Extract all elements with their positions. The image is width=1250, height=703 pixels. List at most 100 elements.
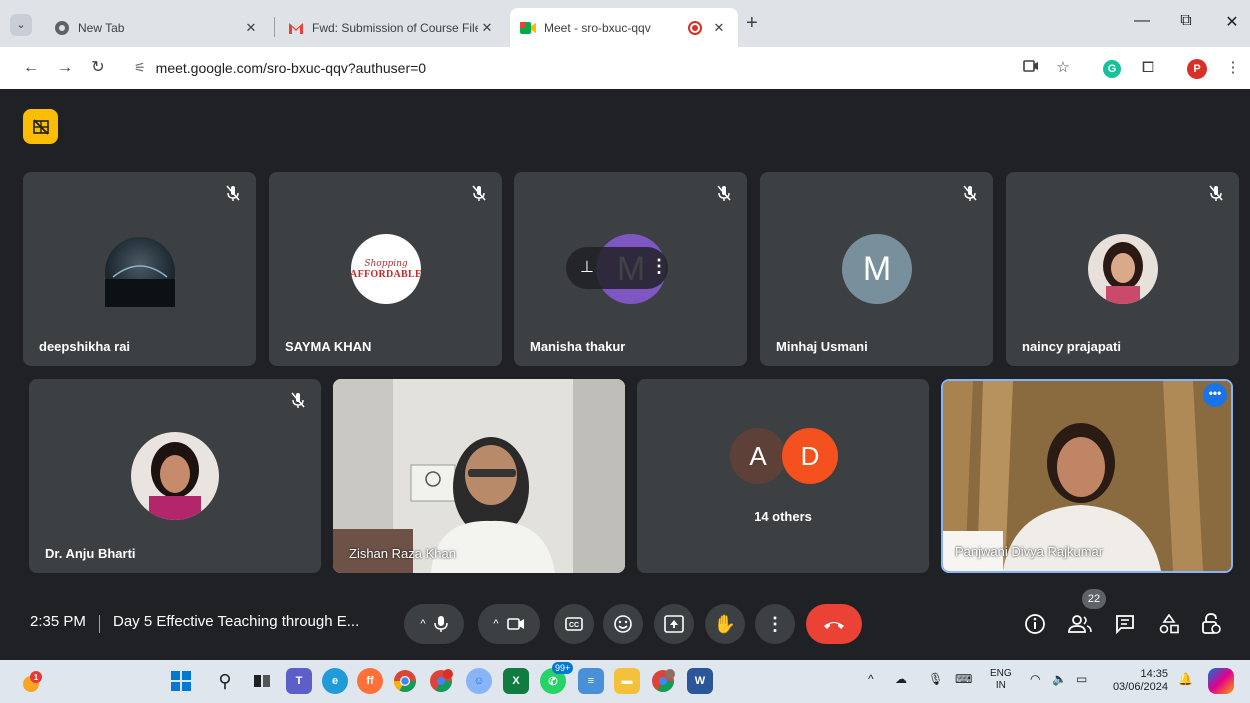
emoji-button[interactable] — [603, 604, 643, 644]
others-count: 14 others — [754, 509, 812, 524]
avatar: A — [730, 428, 786, 484]
present-button[interactable] — [654, 604, 694, 644]
mic-off-icon — [717, 185, 731, 201]
no-layout-icon — [32, 118, 49, 135]
leave-call-button[interactable] — [806, 604, 862, 644]
battery-icon[interactable]: ▭ — [1076, 672, 1087, 686]
participant-tile[interactable]: M Minhaj Usmani — [760, 172, 993, 366]
new-tab-button[interactable]: + — [746, 13, 758, 33]
layout-button[interactable] — [23, 109, 58, 144]
chrome-icon[interactable] — [392, 668, 418, 694]
tile-hover-controls: ⊥ ⋮ — [566, 247, 668, 289]
participant-tile[interactable]: naincy prajapati — [1006, 172, 1239, 366]
host-controls-icon[interactable] — [1198, 611, 1224, 637]
minimize-icon[interactable]: — — [1122, 12, 1162, 30]
forward-icon[interactable]: → — [54, 57, 76, 79]
show-hidden-icons-icon[interactable]: ^ — [868, 672, 874, 686]
close-icon[interactable]: ✕ — [478, 20, 496, 36]
notification-weather-icon[interactable]: 1 — [20, 670, 46, 694]
restore-icon[interactable]: ⧉ — [1166, 12, 1206, 30]
tile-more-options-icon[interactable]: ••• — [1203, 383, 1227, 407]
close-icon[interactable]: ✕ — [242, 20, 260, 36]
participant-tile[interactable]: deepshikha rai — [23, 172, 256, 366]
chrome-icon — [54, 20, 70, 36]
microphone-tray-icon[interactable]: 🎙 — [928, 672, 943, 686]
search-icon[interactable]: ⚲ — [212, 668, 238, 694]
tab-title: Meet - sro-bxuc-qqv — [544, 20, 651, 35]
captions-button[interactable]: CC — [554, 604, 594, 644]
language-indicator[interactable]: ENG IN — [990, 668, 1012, 692]
participant-tile-active[interactable]: ••• Panjwani Divya Rajkumar — [941, 379, 1233, 573]
close-icon[interactable]: ✕ — [710, 20, 728, 36]
task-view-icon[interactable] — [249, 668, 275, 694]
site-info-icon[interactable]: ⚟ — [134, 60, 146, 76]
notification-bell-icon[interactable]: 🔔 — [1178, 672, 1193, 686]
word-icon[interactable]: W — [687, 668, 713, 694]
present-screen-icon — [664, 615, 684, 633]
participant-tile[interactable]: Zishan Raza Khan — [333, 379, 625, 573]
volume-icon[interactable]: 🔈 — [1052, 672, 1067, 686]
call-controls-bar: 2:35 PM Day 5 Effective Teaching through… — [0, 589, 1250, 660]
keyboard-icon[interactable]: ⌨ — [955, 672, 972, 686]
raise-hand-button[interactable]: ✋ — [705, 604, 745, 644]
bookmark-star-icon[interactable]: ☆ — [1052, 57, 1074, 79]
avatar: D — [782, 428, 838, 484]
chrome-profile-icon[interactable] — [428, 668, 454, 694]
participant-tile[interactable]: Dr. Anju Bharti — [29, 379, 321, 573]
participant-name: SAYMA KHAN — [285, 339, 372, 354]
start-windows-icon[interactable] — [168, 668, 194, 694]
hand-icon: ✋ — [713, 613, 737, 634]
teams-icon[interactable]: T — [286, 668, 312, 694]
copilot-icon[interactable] — [1208, 668, 1234, 694]
others-tile[interactable]: A D 14 others — [637, 379, 929, 573]
excel-icon[interactable]: X — [503, 668, 529, 694]
address-bar[interactable]: ⚟ meet.google.com/sro-bxuc-qqv?authuser=… — [122, 52, 1082, 84]
participant-tile[interactable]: Shopping AFFORDABLE SAYMA KHAN — [269, 172, 502, 366]
menu-kebab-icon[interactable]: ⋮ — [1222, 57, 1244, 79]
chat-icon[interactable] — [1112, 611, 1138, 637]
tab-meet[interactable]: Meet - sro-bxuc-qqv ✕ — [510, 8, 738, 47]
camera-button[interactable]: ^ — [478, 604, 540, 644]
system-clock[interactable]: 14:35 03/06/2024 — [1108, 668, 1168, 694]
microphone-button[interactable]: ^ — [404, 604, 464, 644]
meet-icon — [520, 20, 536, 36]
mic-off-icon — [1209, 185, 1223, 201]
meet-stage: deepshikha rai Shopping AFFORDABLE SAYMA… — [0, 89, 1250, 660]
windows-taskbar: 1 ⚲ T e ff ☺ X ✆ 99+ ≡ ▬ W ^ ☁ 🎙 ⌨ ENG I… — [0, 660, 1250, 703]
chrome-profile-d-icon[interactable] — [650, 668, 676, 694]
divider — [99, 615, 100, 633]
more-vert-icon: ⋮ — [766, 613, 784, 634]
pin-icon[interactable]: ⊥ — [580, 257, 594, 277]
close-window-icon[interactable]: ✕ — [1212, 12, 1250, 32]
people-count-badge: 22 — [1082, 589, 1106, 609]
grammarly-icon[interactable]: G — [1101, 57, 1123, 79]
more-options-button[interactable]: ⋮ — [755, 604, 795, 644]
edge-icon[interactable]: e — [322, 668, 348, 694]
onedrive-icon[interactable]: ☁ — [895, 672, 907, 686]
more-options-icon[interactable]: ⋮ — [650, 256, 668, 277]
participant-name: Dr. Anju Bharti — [45, 546, 136, 561]
mic-off-icon — [963, 185, 977, 201]
tab-gmail[interactable]: Fwd: Submission of Course File ✕ — [278, 8, 506, 47]
tab-new-tab[interactable]: New Tab ✕ — [44, 8, 270, 47]
extensions-icon[interactable]: ⧠ — [1137, 57, 1159, 79]
avatar: M — [842, 234, 912, 304]
activities-icon[interactable] — [1156, 611, 1182, 637]
feedback-hub-icon[interactable]: ☺ — [466, 668, 492, 694]
tab-search-button[interactable]: ⌄ — [10, 14, 32, 36]
meeting-details-icon[interactable] — [1022, 611, 1048, 637]
participant-tile[interactable]: M ⊥ ⋮ Manisha thakur — [514, 172, 747, 366]
reload-icon[interactable]: ↻ — [87, 57, 109, 79]
svg-text:CC: CC — [569, 622, 579, 629]
chevron-up-icon[interactable]: ^ — [493, 618, 498, 630]
back-icon[interactable]: ← — [20, 57, 42, 79]
people-icon[interactable] — [1067, 611, 1093, 637]
file-explorer-icon[interactable]: ▬ — [614, 668, 640, 694]
chevron-up-icon[interactable]: ^ — [420, 618, 425, 630]
profile-avatar[interactable]: P — [1186, 57, 1208, 79]
camera-in-use-icon[interactable] — [1020, 57, 1042, 79]
notepad-icon[interactable]: ≡ — [578, 668, 604, 694]
firefox-icon[interactable]: ff — [357, 668, 383, 694]
wifi-icon[interactable]: ◠ — [1030, 672, 1040, 686]
participant-video — [943, 381, 1231, 571]
